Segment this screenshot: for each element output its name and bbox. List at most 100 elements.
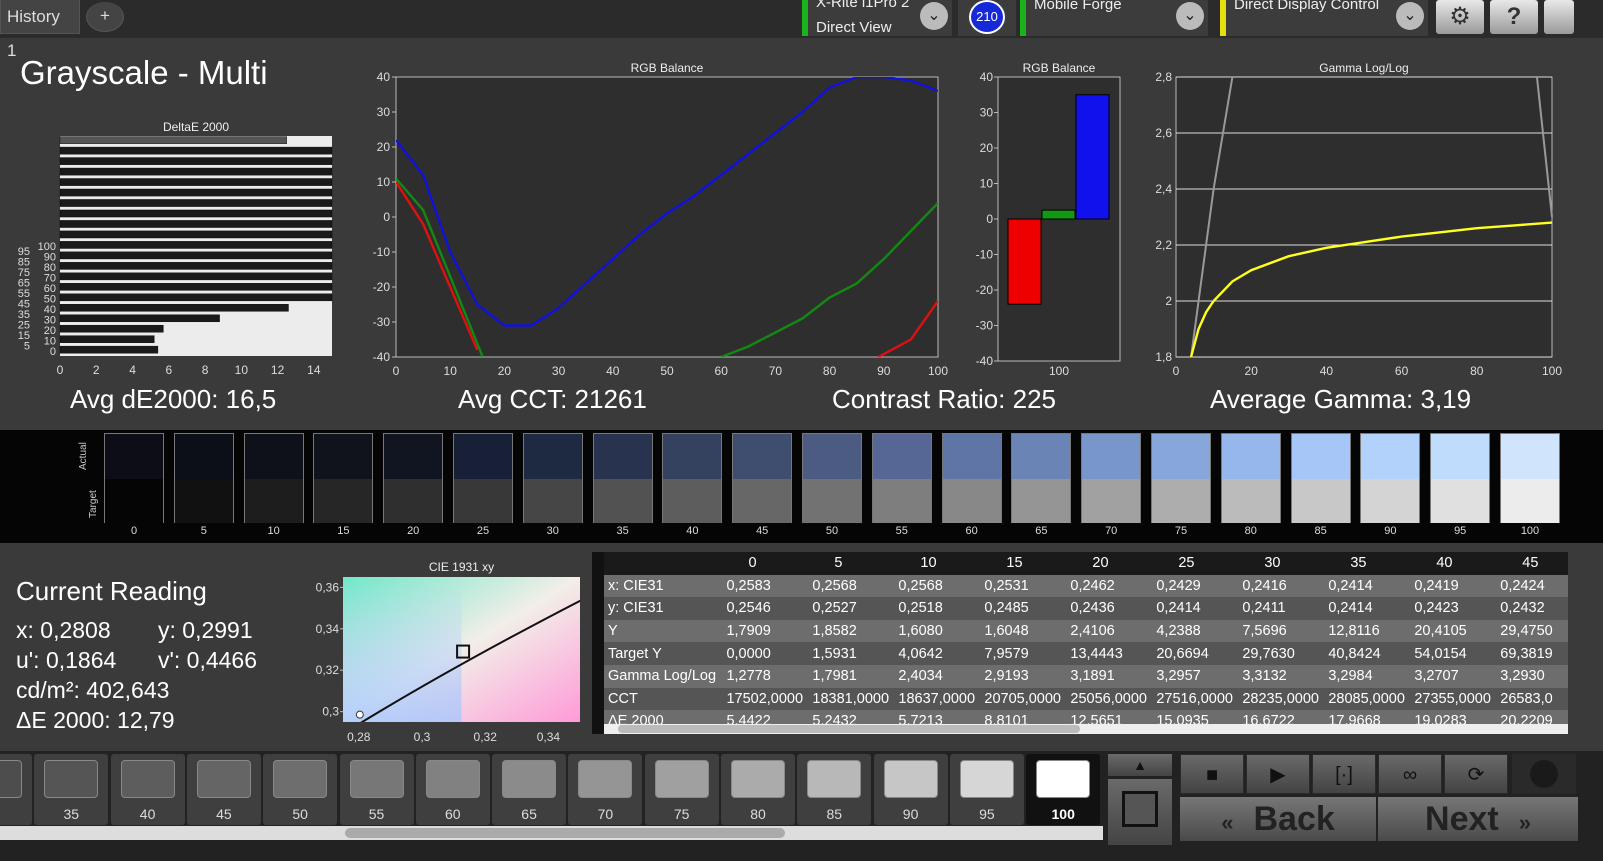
bottom-bar: 30 35 40 45 50 55 60 65 70 75 80 85 90 95 100 ▲ ■ ▶ [·… <box>0 751 1603 861</box>
table-cell: 3,2957 <box>1152 664 1239 688</box>
x-tick-label: 60 <box>1395 364 1409 378</box>
patch-button[interactable]: 95 <box>949 754 1024 825</box>
patch-color <box>0 760 22 798</box>
patch-button[interactable]: 90 <box>873 754 948 825</box>
patch-button[interactable]: 60 <box>415 754 490 825</box>
chart-title: CIE 1931 xy <box>429 560 494 574</box>
patch-button[interactable]: 30 <box>0 754 32 825</box>
fit-icon: [·] <box>1335 764 1353 786</box>
swatch <box>1011 433 1072 523</box>
y-tick-label: 50 <box>44 293 56 305</box>
swatch-target <box>1431 479 1490 523</box>
y-tick-label: 2,6 <box>1155 126 1172 140</box>
table-header-cell: 5 <box>808 552 895 575</box>
settings-button[interactable]: ⚙ <box>1436 0 1484 34</box>
x-tick-label: 4 <box>129 363 136 377</box>
loop-button[interactable]: ∞ <box>1378 754 1442 794</box>
swatch-label: 35 <box>616 525 629 537</box>
loop-icon: ∞ <box>1402 764 1418 786</box>
table-cell: 1,7909 <box>722 619 809 643</box>
table-cell: 69,3819 <box>1496 642 1568 665</box>
bar <box>59 251 333 260</box>
swatch-actual <box>1152 434 1210 479</box>
y-tick-label: -30 <box>373 315 391 329</box>
y-tick-label: 60 <box>44 283 56 295</box>
y-tick-label: 2,2 <box>1155 238 1172 252</box>
refresh-button[interactable]: ⟳ <box>1444 754 1508 794</box>
table-header-cell: 10 <box>894 552 981 575</box>
patch-button[interactable]: 70 <box>568 754 643 825</box>
scroll-up-button[interactable]: ▲ <box>1108 754 1172 776</box>
patch-button[interactable]: 85 <box>797 754 872 825</box>
patch-button[interactable]: 55 <box>339 754 414 825</box>
table-cell: 0,2462 <box>1066 574 1153 598</box>
y-tick-label: 20 <box>44 325 56 337</box>
plot-area-tint <box>343 577 462 722</box>
y-tick-label: 80 <box>44 262 56 274</box>
history-tab[interactable]: History 1 <box>0 0 80 60</box>
y-tick-label: 75 <box>18 267 30 279</box>
table-header-cell: 15 <box>980 552 1067 575</box>
patch-label: 45 <box>216 806 232 822</box>
stop-square-button[interactable] <box>1108 779 1172 845</box>
swatch-actual <box>1012 434 1071 479</box>
actual-label: Actual <box>78 442 89 470</box>
help-button[interactable]: ? <box>1490 0 1538 34</box>
bar <box>59 345 159 354</box>
data-table[interactable]: 0 5 10 15 20 25 30 35 40 45 x: CIE31 0,2583 0,2568 0,… <box>604 552 1568 734</box>
patch-scrollbar[interactable] <box>0 826 1103 840</box>
back-button[interactable]: « Back <box>1180 797 1376 841</box>
y-tick-label: -20 <box>976 283 994 297</box>
swatch <box>662 433 723 523</box>
patch-button[interactable]: 40 <box>110 754 185 825</box>
patch-button[interactable]: 35 <box>34 754 109 825</box>
patch-button[interactable]: 45 <box>186 754 261 825</box>
workflow-dropdown[interactable]: Mobile Forge ⌄ <box>1020 0 1208 36</box>
row-label: Y <box>604 619 723 643</box>
patch-label: 95 <box>979 806 995 822</box>
bar <box>59 188 333 197</box>
swatch-label: 0 <box>130 525 138 537</box>
table-header-cell <box>604 552 723 575</box>
table-row: Y 1,7909 1,8582 1,6080 1,6048 2,4106 4,2388 7,5… <box>604 619 1568 643</box>
patch-button[interactable]: 75 <box>644 754 719 825</box>
patch-button[interactable]: 65 <box>492 754 567 825</box>
table-scrollbar[interactable] <box>604 724 1568 734</box>
swatch <box>104 433 164 523</box>
table-cell: 0,2419 <box>1410 574 1497 598</box>
add-tab-button[interactable]: + <box>86 2 124 32</box>
table-row: x: CIE31 0,2583 0,2568 0,2568 0,2531 0,2462 0,… <box>604 574 1568 598</box>
series-badge[interactable]: 210 <box>958 0 1016 36</box>
control-dropdown[interactable]: Direct Display Control ⌄ <box>1220 0 1428 36</box>
table-cell: 0,2568 <box>808 574 895 598</box>
meter-dropdown[interactable]: X-Rite i1Pro 2 Direct View ⌄ <box>802 0 952 36</box>
x-tick-label: 10 <box>444 364 458 378</box>
patch-button[interactable]: 50 <box>263 754 338 825</box>
swatch-target <box>384 479 443 523</box>
badge-label: 210 <box>969 0 1005 34</box>
next-button[interactable]: Next » <box>1378 797 1578 841</box>
x-tick-label: 100 <box>928 364 948 378</box>
record-button[interactable] <box>1512 754 1576 794</box>
patch-button[interactable]: 100 <box>1026 754 1101 825</box>
patch-label: 70 <box>597 806 614 822</box>
stop-button[interactable]: ■ <box>1180 754 1244 794</box>
patch-button[interactable]: 80 <box>721 754 795 825</box>
play-button[interactable]: ▶ <box>1246 754 1310 794</box>
y-tick-label: 30 <box>980 106 994 120</box>
chart-title: Gamma Log/Log <box>1319 61 1408 75</box>
swatch-actual <box>174 434 233 479</box>
fit-button[interactable]: [·] <box>1312 754 1376 794</box>
patch-color <box>959 760 1014 798</box>
patch-label: 90 <box>902 806 919 822</box>
swatch-actual <box>663 434 722 479</box>
chevron-down-icon: ⌄ <box>1396 2 1424 30</box>
swatch-actual <box>1221 434 1280 479</box>
y-tick-label: -40 <box>373 350 391 364</box>
bar <box>59 272 333 281</box>
chart-title: RGB Balance <box>631 61 704 75</box>
chevron-left-icon: « <box>1221 810 1234 835</box>
table-cell: 20705,0000 <box>980 687 1067 711</box>
table-cell: 1,8582 <box>808 619 895 643</box>
more-button[interactable] <box>1544 0 1574 34</box>
